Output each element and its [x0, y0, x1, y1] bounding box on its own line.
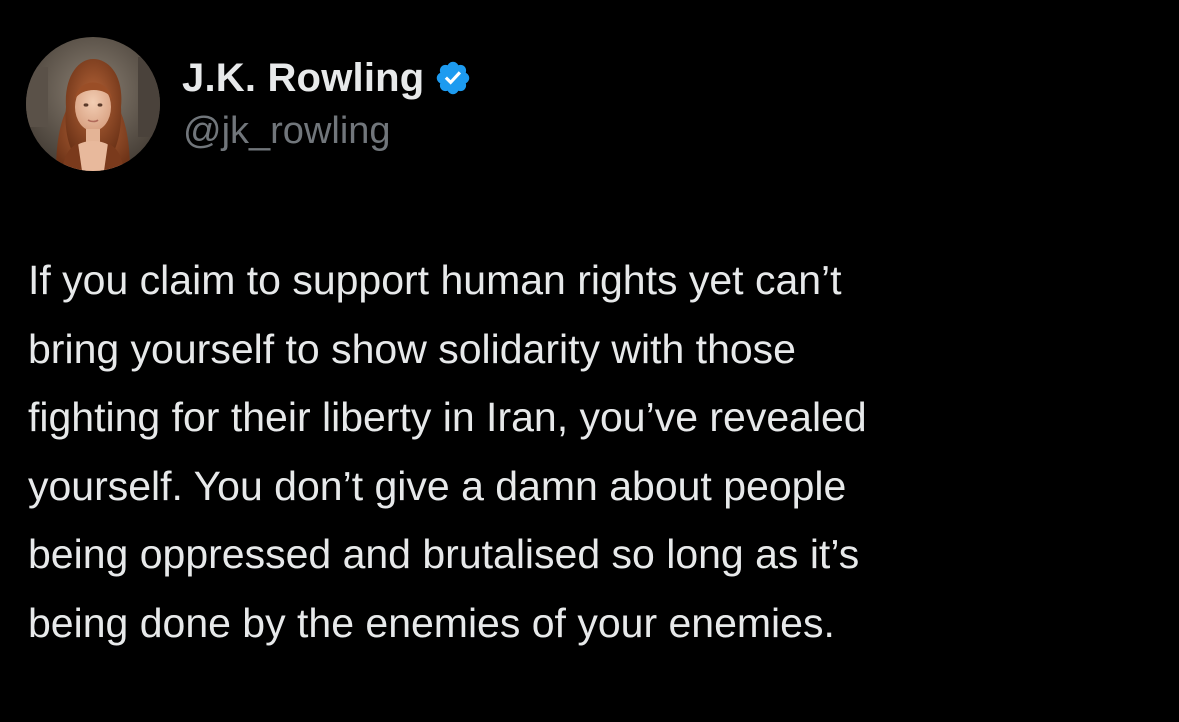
profile-photo-icon	[26, 37, 160, 171]
author-display-name[interactable]: J.K. Rowling	[182, 56, 424, 101]
author-name-row: J.K. Rowling	[182, 54, 472, 102]
tweet-card: J.K. Rowling @jk_rowling If you claim to…	[0, 0, 1179, 722]
tweet-text: If you claim to support human rights yet…	[28, 257, 867, 646]
verified-badge-icon	[434, 59, 472, 97]
author-handle[interactable]: @jk_rowling	[183, 110, 391, 153]
avatar[interactable]	[26, 37, 160, 171]
